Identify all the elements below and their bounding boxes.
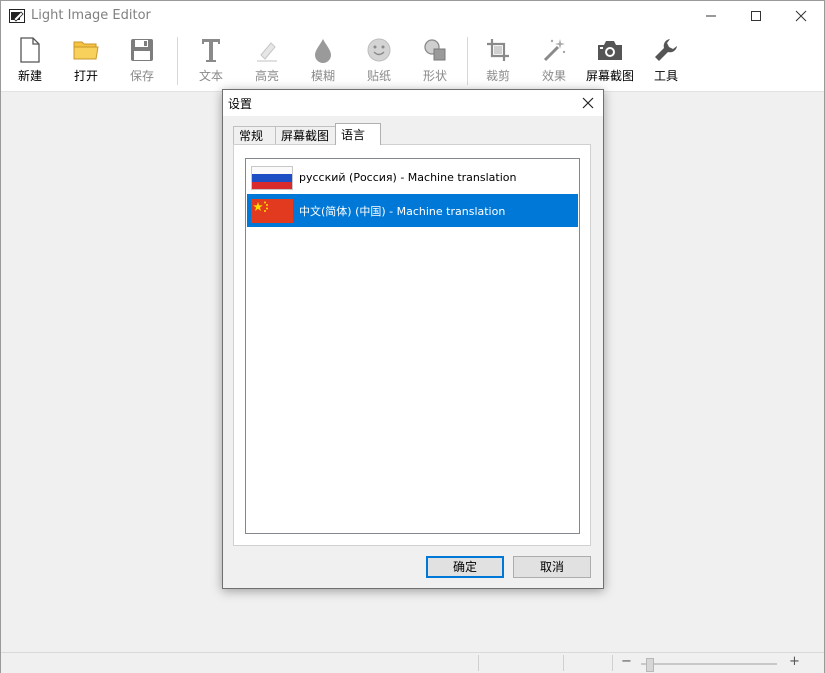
- highlight-label: 高亮: [254, 69, 279, 83]
- shapes-icon: [424, 39, 446, 61]
- sticker-button[interactable]: 贴纸: [352, 35, 406, 89]
- tab-general[interactable]: 常规: [233, 126, 276, 144]
- russia-flag-icon: [251, 165, 293, 190]
- toolbar: 新建 打开 保存 文本 高亮 模糊 贴纸 形状 裁剪 效果 屏幕截图 工具: [1, 31, 824, 92]
- shape-label: 形状: [422, 69, 447, 83]
- crop-button[interactable]: 裁剪: [471, 35, 525, 89]
- tools-button[interactable]: 工具: [639, 35, 693, 89]
- language-label: 中文(简体) (中国) - Machine translation: [299, 204, 506, 218]
- crop-label: 裁剪: [485, 69, 510, 83]
- status-separator: [563, 655, 564, 671]
- open-label: 打开: [73, 69, 98, 83]
- title-bar: Light Image Editor: [1, 1, 824, 31]
- dialog-title-bar: 设置: [223, 90, 603, 116]
- save-disk-icon: [131, 39, 153, 61]
- maximize-button[interactable]: [733, 1, 779, 31]
- list-item-chinese[interactable]: 中文(简体) (中国) - Machine translation: [247, 194, 578, 227]
- highlighter-icon: [257, 42, 277, 62]
- crop-icon: [487, 39, 509, 61]
- app-icon: [9, 9, 25, 23]
- dialog-close-button[interactable]: [579, 94, 597, 112]
- screenshot-button[interactable]: 屏幕截图: [583, 35, 637, 89]
- drop-icon: [315, 39, 331, 63]
- maximize-icon: [751, 11, 761, 21]
- shape-button[interactable]: 形状: [408, 35, 462, 89]
- screenshot-label: 屏幕截图: [585, 69, 634, 83]
- ok-button[interactable]: 确定: [426, 556, 504, 578]
- window-title: Light Image Editor: [31, 8, 151, 23]
- toolbar-separator: [467, 37, 468, 85]
- minimize-icon: [706, 15, 716, 17]
- tab-screenshot[interactable]: 屏幕截图: [275, 126, 336, 144]
- open-button[interactable]: 打开: [59, 35, 113, 89]
- camera-icon: [598, 41, 622, 60]
- status-bar: − +: [1, 652, 824, 673]
- language-label: русский (Россия) - Machine translation: [299, 171, 517, 184]
- sticker-label: 贴纸: [366, 69, 391, 83]
- tab-language[interactable]: 语言: [335, 123, 381, 145]
- zoom-slider-thumb[interactable]: [646, 658, 655, 672]
- smiley-icon: [367, 38, 391, 62]
- text-label: 文本: [198, 69, 223, 83]
- zoom-out-button[interactable]: −: [621, 654, 632, 669]
- close-window-button[interactable]: [778, 1, 824, 31]
- status-separator: [478, 655, 479, 671]
- close-icon: [795, 10, 807, 22]
- new-button[interactable]: 新建: [3, 35, 57, 89]
- toolbar-separator: [177, 37, 178, 85]
- effects-button[interactable]: 效果: [527, 35, 581, 89]
- magic-wand-icon: [543, 39, 566, 62]
- text-button[interactable]: 文本: [184, 35, 238, 89]
- zoom-in-button[interactable]: +: [789, 654, 800, 669]
- new-label: 新建: [17, 69, 42, 83]
- zoom-slider[interactable]: [641, 663, 777, 665]
- dialog-title: 设置: [228, 97, 253, 111]
- list-item-russian[interactable]: русский (Россия) - Machine translation: [247, 161, 578, 194]
- close-icon: [582, 97, 594, 109]
- language-list[interactable]: русский (Россия) - Machine translation 中…: [245, 158, 580, 534]
- save-label: 保存: [129, 69, 154, 83]
- status-separator: [612, 655, 613, 671]
- cancel-button[interactable]: 取消: [513, 556, 591, 578]
- china-flag-icon: [251, 198, 293, 223]
- new-file-icon: [20, 37, 40, 63]
- effects-label: 效果: [541, 69, 566, 83]
- settings-dialog: 设置 常规 屏幕截图 语言 русский (Россия) - Machine…: [222, 89, 604, 589]
- wrench-icon: [655, 39, 677, 61]
- text-icon: [202, 39, 220, 62]
- blur-button[interactable]: 模糊: [296, 35, 350, 89]
- minimize-button[interactable]: [688, 1, 734, 31]
- language-tab-panel: русский (Россия) - Machine translation 中…: [233, 144, 591, 546]
- folder-icon: [73, 41, 99, 60]
- tools-label: 工具: [653, 69, 678, 83]
- save-button[interactable]: 保存: [115, 35, 169, 89]
- blur-label: 模糊: [310, 69, 335, 83]
- highlight-button[interactable]: 高亮: [240, 35, 294, 89]
